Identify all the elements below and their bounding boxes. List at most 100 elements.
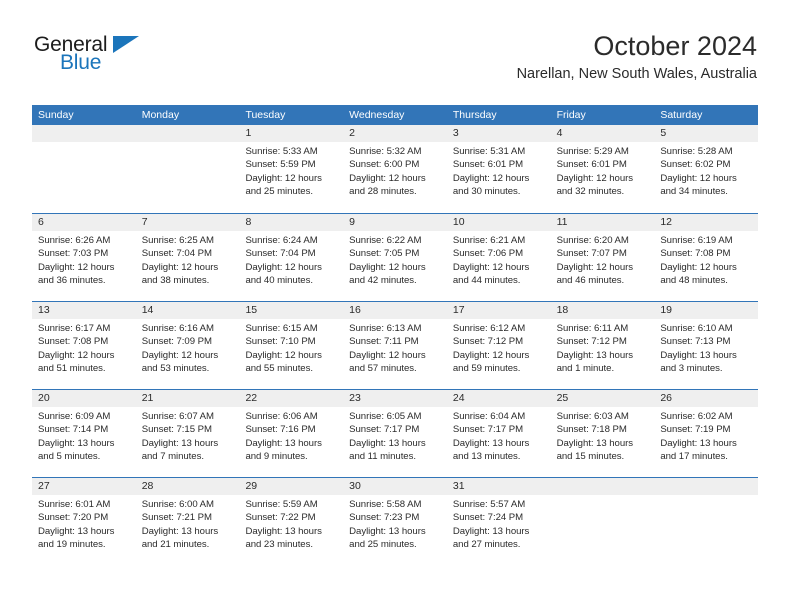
- day-number-strip: 3: [446, 125, 551, 142]
- daylight-text-cont: and 51 minutes.: [38, 362, 106, 374]
- day-number: 2: [349, 127, 355, 139]
- daylight-text-cont: and 46 minutes.: [556, 274, 625, 286]
- calendar-day-17[interactable]: 17 Sunrise: 6:12 AM Sunset: 7:12 PM Dayligh…: [446, 302, 551, 389]
- daylight-text: Daylight: 12 hours: [556, 261, 634, 273]
- day-details: Sunrise: 6:07 AM Sunset: 7:15 PM Daylight:…: [136, 407, 240, 463]
- sunrise-text: Sunrise: 6:09 AM: [38, 411, 111, 422]
- daylight-text-cont: and 5 minutes.: [38, 450, 101, 462]
- weekday-header-wednesday: Wednesday: [349, 109, 405, 121]
- sunset-text: Sunset: 6:01 PM: [452, 159, 524, 171]
- calendar-day-10[interactable]: 10 Sunrise: 6:21 AM Sunset: 7:06 PM Dayligh…: [446, 214, 551, 301]
- day-number-strip: 31: [446, 478, 551, 495]
- day-number: 15: [245, 304, 258, 316]
- sunset-text: Sunset: 7:11 PM: [349, 336, 419, 348]
- daylight-text: Daylight: 12 hours: [349, 349, 426, 361]
- sunset-text: Sunset: 7:13 PM: [660, 336, 731, 348]
- calendar-day-13[interactable]: 13 Sunrise: 6:17 AM Sunset: 7:08 PM Dayligh…: [32, 302, 136, 389]
- calendar-day-16[interactable]: 16 Sunrise: 6:13 AM Sunset: 7:11 PM Dayligh…: [343, 302, 447, 389]
- calendar-day-19[interactable]: 19 Sunrise: 6:10 AM Sunset: 7:13 PM Dayligh…: [654, 302, 759, 389]
- calendar-day-6[interactable]: 6 Sunrise: 6:26 AM Sunset: 7:03 PM Daylight…: [32, 214, 136, 301]
- calendar-day-28[interactable]: 28 Sunrise: 6:00 AM Sunset: 7:21 PM Dayligh…: [135, 478, 240, 565]
- day-number: 3: [452, 127, 459, 139]
- sunrise-text: Sunrise: 6:21 AM: [452, 235, 526, 246]
- day-number-strip: 25: [550, 390, 655, 407]
- sunset-text: Sunset: 7:14 PM: [38, 424, 109, 436]
- daylight-text-cont: and 17 minutes.: [660, 450, 728, 462]
- sunset-text: Sunset: 7:03 PM: [38, 248, 109, 260]
- day-number-strip: 17: [446, 302, 551, 319]
- day-number-strip: 22: [239, 390, 344, 407]
- daylight-text: Daylight: 12 hours: [660, 172, 737, 184]
- calendar-day-23[interactable]: 23 Sunrise: 6:05 AM Sunset: 7:17 PM Dayligh…: [343, 390, 447, 477]
- calendar-day-8[interactable]: 8 Sunrise: 6:24 AM Sunset: 7:04 PM Daylight…: [239, 214, 344, 301]
- daylight-text: Daylight: 12 hours: [38, 349, 115, 361]
- triangle-flag-icon: [113, 36, 139, 53]
- day-number: 7: [141, 216, 148, 228]
- day-number-strip: 19: [654, 302, 759, 319]
- calendar-day-29[interactable]: 29 Sunrise: 5:59 AM Sunset: 7:22 PM Dayligh…: [239, 478, 344, 565]
- calendar-day-15[interactable]: 15 Sunrise: 6:15 AM Sunset: 7:10 PM Dayligh…: [239, 302, 344, 389]
- daylight-text: Daylight: 13 hours: [38, 437, 115, 449]
- daylight-text: Daylight: 13 hours: [349, 437, 426, 449]
- sunset-text: Sunset: 7:05 PM: [349, 248, 420, 260]
- day-number-strip: 18: [550, 302, 655, 319]
- day-details: Sunrise: 6:00 AM Sunset: 7:21 PM Daylight:…: [136, 495, 240, 551]
- calendar-day-25[interactable]: 25 Sunrise: 6:03 AM Sunset: 7:18 PM Dayligh…: [550, 390, 655, 477]
- day-details: Sunrise: 5:33 AM Sunset: 5:59 PM Daylight:…: [239, 142, 343, 198]
- calendar-day-3[interactable]: 3 Sunrise: 5:31 AM Sunset: 6:01 PM Daylight…: [446, 125, 551, 213]
- calendar-day-30[interactable]: 30 Sunrise: 5:58 AM Sunset: 7:23 PM Dayligh…: [343, 478, 447, 565]
- day-number-strip: 5: [654, 125, 759, 142]
- sunset-text: Sunset: 7:10 PM: [245, 336, 316, 348]
- calendar-day-4[interactable]: 4 Sunrise: 5:29 AM Sunset: 6:01 PM Daylight…: [550, 125, 655, 213]
- daylight-text-cont: and 3 minutes.: [660, 362, 723, 374]
- day-number: 10: [452, 216, 465, 228]
- calendar-day-7[interactable]: 7 Sunrise: 6:25 AM Sunset: 7:04 PM Daylight…: [135, 214, 240, 301]
- calendar-day-2[interactable]: 2 Sunrise: 5:32 AM Sunset: 6:00 PM Daylight…: [343, 125, 447, 213]
- calendar-day-9[interactable]: 9 Sunrise: 6:22 AM Sunset: 7:05 PM Daylight…: [343, 214, 447, 301]
- day-details: Sunrise: 6:19 AM Sunset: 7:08 PM Daylight:…: [654, 231, 758, 287]
- calendar-day-12[interactable]: 12 Sunrise: 6:19 AM Sunset: 7:08 PM Dayligh…: [654, 214, 759, 301]
- calendar-day-21[interactable]: 21 Sunrise: 6:07 AM Sunset: 7:15 PM Dayligh…: [135, 390, 240, 477]
- calendar-day-1[interactable]: 1 Sunrise: 5:33 AM Sunset: 5:59 PM Daylight…: [239, 125, 344, 213]
- calendar-day-11[interactable]: 11 Sunrise: 6:20 AM Sunset: 7:07 PM Dayligh…: [550, 214, 655, 301]
- sunset-text: Sunset: 7:04 PM: [141, 248, 212, 260]
- day-number: 30: [349, 480, 361, 492]
- sunset-text: Sunset: 7:22 PM: [245, 512, 316, 524]
- brand-logo[interactable]: General Blue: [34, 33, 174, 79]
- calendar-day-5[interactable]: 5 Sunrise: 5:28 AM Sunset: 6:02 PM Daylight…: [654, 125, 759, 213]
- calendar-day-14[interactable]: 14 Sunrise: 6:16 AM Sunset: 7:09 PM Dayligh…: [135, 302, 240, 389]
- day-details: Sunrise: 6:09 AM Sunset: 7:14 PM Daylight:…: [32, 407, 136, 463]
- day-number: 20: [38, 392, 50, 404]
- day-details: [654, 495, 758, 498]
- daylight-text: Daylight: 13 hours: [660, 349, 737, 361]
- calendar-day-20[interactable]: 20 Sunrise: 6:09 AM Sunset: 7:14 PM Dayligh…: [32, 390, 136, 477]
- calendar-day-18[interactable]: 18 Sunrise: 6:11 AM Sunset: 7:12 PM Dayligh…: [550, 302, 655, 389]
- calendar-grid: Sunday Monday Tuesday Wednesday Thursday Frid…: [32, 105, 759, 565]
- daylight-text-cont: and 25 minutes.: [349, 538, 417, 550]
- daylight-text-cont: and 34 minutes.: [660, 185, 728, 197]
- daylight-text: Daylight: 12 hours: [556, 172, 634, 184]
- calendar-day-27[interactable]: 27 Sunrise: 6:01 AM Sunset: 7:20 PM Dayligh…: [32, 478, 136, 565]
- daylight-text-cont: and 28 minutes.: [349, 185, 417, 197]
- calendar-day-24[interactable]: 24 Sunrise: 6:04 AM Sunset: 7:17 PM Dayligh…: [446, 390, 551, 477]
- sunset-text: Sunset: 7:19 PM: [660, 424, 731, 436]
- calendar-day-22[interactable]: 22 Sunrise: 6:06 AM Sunset: 7:16 PM Dayligh…: [239, 390, 344, 477]
- calendar-day-31[interactable]: 31 Sunrise: 5:57 AM Sunset: 7:24 PM Dayligh…: [446, 478, 551, 565]
- calendar-day-empty: [32, 125, 136, 213]
- daylight-text: Daylight: 12 hours: [245, 172, 322, 184]
- day-details: Sunrise: 6:24 AM Sunset: 7:04 PM Daylight:…: [239, 231, 343, 287]
- sunrise-text: Sunrise: 6:16 AM: [141, 323, 214, 334]
- sunset-text: Sunset: 7:24 PM: [452, 512, 524, 524]
- day-details: Sunrise: 6:10 AM Sunset: 7:13 PM Daylight:…: [654, 319, 758, 375]
- sunrise-text: Sunrise: 6:20 AM: [556, 235, 629, 246]
- calendar-day-26[interactable]: 26 Sunrise: 6:02 AM Sunset: 7:19 PM Dayligh…: [654, 390, 759, 477]
- sunset-text: Sunset: 7:17 PM: [349, 424, 420, 436]
- day-details: Sunrise: 6:26 AM Sunset: 7:03 PM Daylight:…: [32, 231, 136, 287]
- daylight-text-cont: and 23 minutes.: [245, 538, 313, 550]
- day-number: 12: [660, 216, 672, 228]
- daylight-text: Daylight: 12 hours: [38, 261, 115, 273]
- calendar-week-row: 27 Sunrise: 6:01 AM Sunset: 7:20 PM Dayligh…: [32, 477, 759, 565]
- day-number: 16: [349, 304, 361, 316]
- day-number-strip: 24: [446, 390, 551, 407]
- sunrise-text: Sunrise: 5:32 AM: [349, 146, 422, 157]
